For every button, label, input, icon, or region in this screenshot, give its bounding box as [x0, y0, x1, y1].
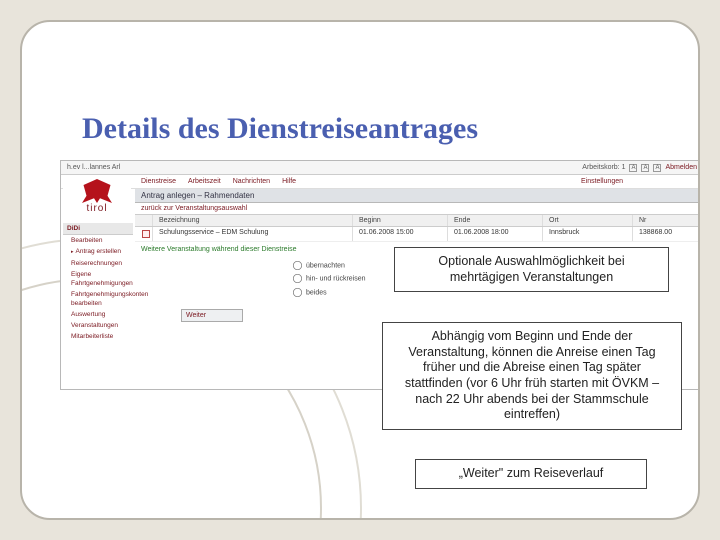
sidebar-item[interactable]: Reiserechnungen [63, 258, 133, 269]
topbar: h.ev l...lannes Arl Arbeitskorb: 1 A A A… [61, 161, 700, 175]
table-row[interactable]: Schulungsservice – EDM Schulung 01.06.20… [135, 227, 700, 242]
col-header: Nr [633, 215, 700, 226]
slide-frame: Details des Dienstreiseantrages h.ev l..… [20, 20, 700, 520]
col-header: Ende [448, 215, 543, 226]
callout-timing: Abhängig vom Beginn und Ende der Veranst… [382, 322, 682, 430]
badge-icon: A [641, 164, 649, 172]
col-header: Beginn [353, 215, 448, 226]
menu-item[interactable]: Arbeitszeit [188, 178, 221, 185]
table-header: Bezeichnung Beginn Ende Ort Nr [135, 214, 700, 227]
logo: tirol [63, 177, 131, 221]
topbar-workbasket: Arbeitskorb: 1 [582, 164, 625, 171]
logo-text: tirol [63, 203, 131, 214]
sidebar-heading: DiDi [63, 223, 133, 235]
page-title: Details des Dienstreiseantrages [82, 112, 478, 146]
sidebar: DiDi Bearbeiten Antrag erstellen Reisere… [63, 223, 133, 342]
cell: 01.06.2008 15:00 [353, 227, 448, 241]
menu-item[interactable]: Nachrichten [233, 178, 270, 185]
settings-link[interactable]: Einstellungen [581, 178, 623, 185]
cell: 138868.00 [633, 227, 700, 241]
menu-item[interactable]: Dienstreise [141, 178, 176, 185]
row-icon [142, 230, 150, 238]
section-heading: Antrag anlegen – Rahmendaten [135, 189, 700, 203]
badge-icon: A [653, 164, 661, 172]
next-button[interactable]: Weiter [181, 309, 243, 322]
sidebar-item[interactable]: Veranstaltungen [63, 320, 133, 331]
sidebar-item[interactable]: Mitarbeiterliste [63, 331, 133, 342]
col-header: Ort [543, 215, 633, 226]
callout-weiter: „Weiter" zum Reiseverlauf [415, 459, 647, 489]
menubar: Dienstreise Arbeitszeit Nachrichten Hilf… [61, 175, 700, 189]
logout-link[interactable]: Abmelden [665, 164, 697, 171]
sidebar-item[interactable]: Bearbeiten [63, 235, 133, 246]
back-link[interactable]: zurück zur Veranstaltungsauswahl [135, 203, 700, 214]
sidebar-item[interactable]: Auswertung [63, 309, 133, 320]
callout-optional: Optionale Auswahlmöglichkeit bei mehrtäg… [394, 247, 669, 292]
badge-icon: A [629, 164, 637, 172]
menu-item[interactable]: Hilfe [282, 178, 296, 185]
cell: 01.06.2008 18:00 [448, 227, 543, 241]
col-header: Bezeichnung [153, 215, 353, 226]
eagle-icon [82, 179, 112, 203]
cell: Innsbruck [543, 227, 633, 241]
topbar-user: h.ev l...lannes Arl [67, 164, 120, 171]
cell: Schulungsservice – EDM Schulung [153, 227, 353, 241]
sidebar-item[interactable]: Antrag erstellen [63, 246, 133, 258]
sidebar-item[interactable]: Fahrtgenehmigungskonten bearbeiten [63, 289, 133, 309]
sidebar-item[interactable]: Eigene Fahrtgenehmigungen [63, 269, 133, 289]
